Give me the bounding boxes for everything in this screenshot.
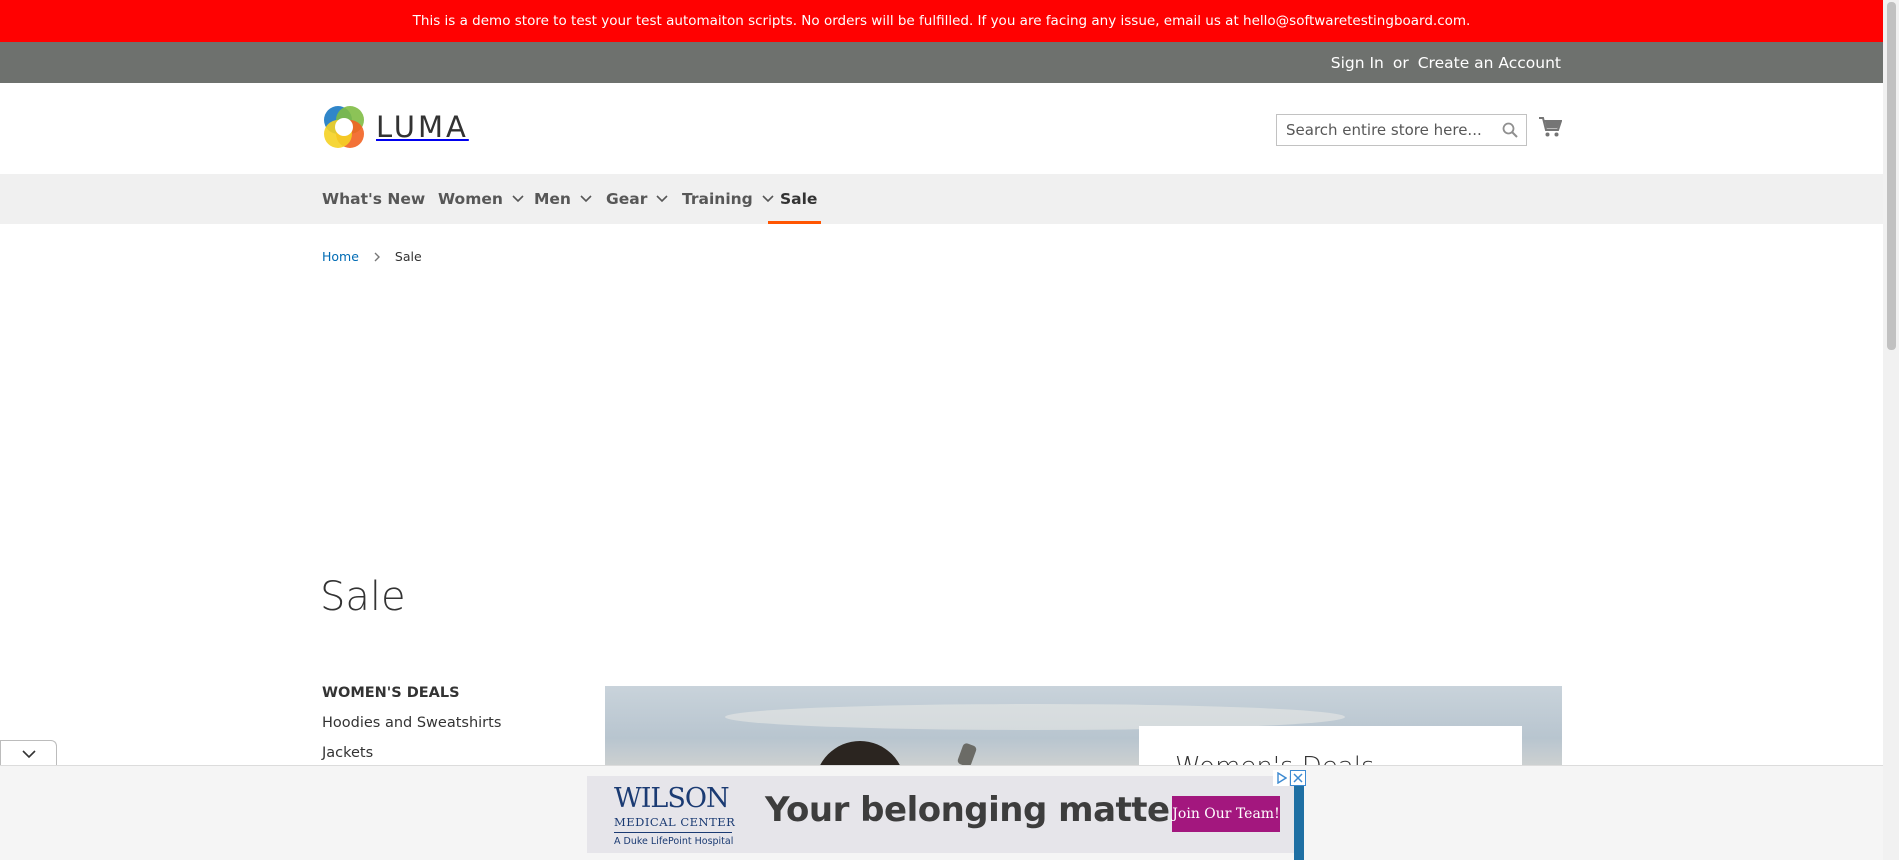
nav-label: Women xyxy=(438,190,503,208)
luma-logo-icon xyxy=(324,106,364,148)
ad-close-icon[interactable] xyxy=(1290,770,1306,786)
chevron-down-icon xyxy=(21,750,36,759)
main-navigation: What's New Women Men Gear Training Sale xyxy=(0,174,1883,224)
top-header-bar: Sign In or Create an Account xyxy=(0,42,1883,83)
ad-logo-sub: MEDICAL CENTER xyxy=(614,815,736,829)
ad-headline: Your belonging matters. xyxy=(765,790,1219,830)
nav-item-gear[interactable]: Gear xyxy=(606,174,669,224)
ad-choices-icon[interactable] xyxy=(1273,770,1289,786)
search-box xyxy=(1276,114,1527,146)
breadcrumb-current: Sale xyxy=(394,249,422,264)
nav-label: Men xyxy=(534,190,571,208)
active-nav-underline xyxy=(768,221,821,224)
page-scrollbar[interactable] xyxy=(1883,0,1899,860)
site-header: LUMA xyxy=(0,83,1883,174)
breadcrumb: Home Sale xyxy=(322,249,422,264)
promo-image-detail xyxy=(956,742,978,768)
sidebar-heading: WOMEN'S DEALS xyxy=(322,685,460,701)
ad-cta-button[interactable]: Join Our Team! xyxy=(1172,796,1280,832)
nav-label: What's New xyxy=(322,190,426,208)
sidebar-link-hoodies[interactable]: Hoodies and Sweatshirts xyxy=(322,715,501,731)
chevron-down-icon xyxy=(512,195,524,203)
ad-banner[interactable]: WILSON MEDICAL CENTER A Duke LifePoint H… xyxy=(587,776,1294,853)
search-icon[interactable] xyxy=(1502,122,1518,142)
sign-in-link[interactable]: Sign In xyxy=(1331,54,1384,72)
demo-notice-bar: This is a demo store to test your test a… xyxy=(0,0,1883,42)
demo-notice-text: This is a demo store to test your test a… xyxy=(412,13,1471,29)
nav-item-training[interactable]: Training xyxy=(682,174,775,224)
sidebar-link-jackets[interactable]: Jackets xyxy=(322,745,373,761)
ad-logo-name: WILSON xyxy=(614,783,730,814)
ad-collapse-toggle[interactable] xyxy=(0,740,57,767)
create-account-link[interactable]: Create an Account xyxy=(1418,54,1561,72)
nav-item-sale[interactable]: Sale xyxy=(780,174,817,224)
nav-label: Training xyxy=(682,190,753,208)
cart-icon[interactable] xyxy=(1538,116,1563,142)
or-text: or xyxy=(1392,53,1409,72)
ad-logo-tag: A Duke LifePoint Hospital xyxy=(614,836,734,847)
nav-item-men[interactable]: Men xyxy=(534,174,593,224)
ad-side-bar xyxy=(1294,776,1304,860)
breadcrumb-home-link[interactable]: Home xyxy=(322,249,359,264)
chevron-down-icon xyxy=(762,195,774,203)
logo-text: LUMA xyxy=(376,110,469,144)
scrollbar-thumb[interactable] xyxy=(1887,2,1896,350)
ad-logo-divider xyxy=(614,832,732,833)
nav-item-women[interactable]: Women xyxy=(438,174,525,224)
search-input[interactable] xyxy=(1277,115,1487,145)
luma-logo[interactable]: LUMA xyxy=(322,105,469,149)
page-title: Sale xyxy=(320,574,406,620)
ad-strip: WILSON MEDICAL CENTER A Duke LifePoint H… xyxy=(0,765,1883,860)
chevron-down-icon xyxy=(580,195,592,203)
header-links: Sign In or Create an Account xyxy=(1331,42,1561,83)
nav-label: Gear xyxy=(606,190,648,208)
nav-label: Sale xyxy=(780,190,818,208)
chevron-right-icon xyxy=(374,252,380,261)
chevron-down-icon xyxy=(656,195,668,203)
nav-item-whats-new[interactable]: What's New xyxy=(322,174,425,224)
